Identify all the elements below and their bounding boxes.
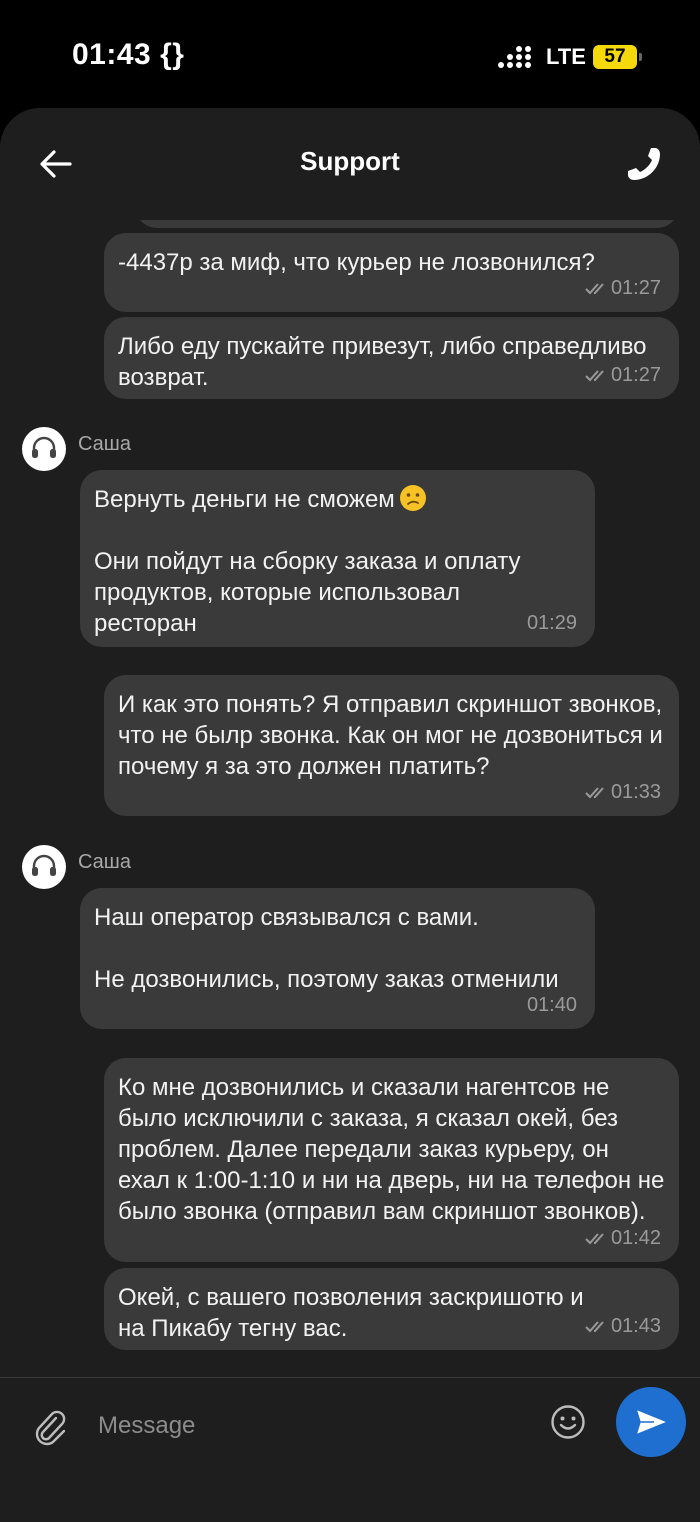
double-check-icon xyxy=(585,369,604,381)
message-text: Не дозвонились, поэтому заказ отменили xyxy=(94,966,559,993)
status-time: 01:43 {} xyxy=(72,38,185,71)
message-text: Ко мне дозвонились и сказали нагентсов н… xyxy=(118,1074,672,1225)
double-check-icon xyxy=(585,1232,604,1244)
double-check-icon xyxy=(585,786,604,798)
message-bubble-incoming[interactable]: Наш оператор связывался с вами. Не дозво… xyxy=(80,888,595,1029)
send-icon xyxy=(635,1408,669,1436)
message-bubble-partial xyxy=(135,220,679,228)
page-title: Support xyxy=(300,146,400,176)
message-text: Либо еду пускайте привезут, либо справед… xyxy=(118,333,654,391)
sender-name: Саша xyxy=(78,851,131,873)
message-time: 01:43 xyxy=(610,1315,661,1337)
message-time: 01:40 xyxy=(526,994,577,1016)
message-time: 01:29 xyxy=(526,612,577,634)
headset-icon xyxy=(32,436,56,458)
message-list[interactable]: -4437р за миф, что курьер не лозвонился?… xyxy=(0,220,700,1377)
confused-face-icon xyxy=(399,485,426,511)
chat-screen: Support -4437р за миф, что курьер не лоз… xyxy=(0,108,700,1522)
send-button[interactable] xyxy=(616,1387,686,1457)
message-bubble-outgoing[interactable]: Окей, с вашего позволения заскришотю и н… xyxy=(104,1268,679,1350)
message-text: Окей, с вашего позволения заскришотю и н… xyxy=(118,1284,591,1342)
message-meta: 01:43 xyxy=(585,1315,661,1338)
message-time: 01:27 xyxy=(610,364,661,386)
message-time: 01:42 xyxy=(610,1227,661,1249)
battery-indicator: 57 xyxy=(593,45,642,69)
paperclip-icon[interactable] xyxy=(32,1406,68,1446)
message-time: 01:33 xyxy=(610,781,661,803)
double-check-icon xyxy=(585,282,604,294)
avatar xyxy=(22,845,66,889)
message-meta: 01:27 xyxy=(585,277,661,300)
message-meta: 01:40 xyxy=(527,994,577,1017)
message-bubble-outgoing[interactable]: Либо еду пускайте привезут, либо справед… xyxy=(104,317,679,399)
message-input[interactable] xyxy=(96,1400,530,1452)
message-composer xyxy=(0,1377,700,1522)
message-meta: 01:42 xyxy=(585,1227,661,1250)
message-text: Вернуть деньги не сможем xyxy=(94,486,395,513)
sender-name: Саша xyxy=(78,433,131,455)
network-type: LTE xyxy=(546,44,586,69)
status-bar: 01:43 {} LTE 57 xyxy=(0,0,700,108)
message-text-block: Вернуть деньги не сможем xyxy=(94,484,581,515)
chat-header: Support xyxy=(0,108,700,220)
message-text: Они пойдут на сборку заказа и оплату про… xyxy=(94,548,528,637)
message-text: Наш оператор связывался с вами. xyxy=(94,904,479,931)
message-meta: 01:29 xyxy=(527,612,577,635)
message-time: 01:27 xyxy=(610,277,661,299)
avatar xyxy=(22,427,66,471)
phone-icon[interactable] xyxy=(624,144,664,184)
double-check-icon xyxy=(585,1320,604,1332)
message-bubble-outgoing[interactable]: -4437р за миф, что курьер не лозвонился?… xyxy=(104,233,679,312)
message-bubble-incoming[interactable]: Вернуть деньги не сможем Они пойдут на с… xyxy=(80,470,595,647)
signal-icon xyxy=(498,46,531,68)
headset-icon xyxy=(32,854,56,876)
message-bubble-outgoing[interactable]: Ко мне дозвонились и сказали нагентсов н… xyxy=(104,1058,679,1262)
message-text: -4437р за миф, что курьер не лозвонился? xyxy=(118,249,595,276)
message-text: И как это понять? Я отправил скриншот зв… xyxy=(118,691,670,780)
message-meta: 01:33 xyxy=(585,781,661,804)
smiley-icon[interactable] xyxy=(550,1404,586,1440)
message-bubble-outgoing[interactable]: И как это понять? Я отправил скриншот зв… xyxy=(104,675,679,816)
message-meta: 01:27 xyxy=(585,364,661,387)
